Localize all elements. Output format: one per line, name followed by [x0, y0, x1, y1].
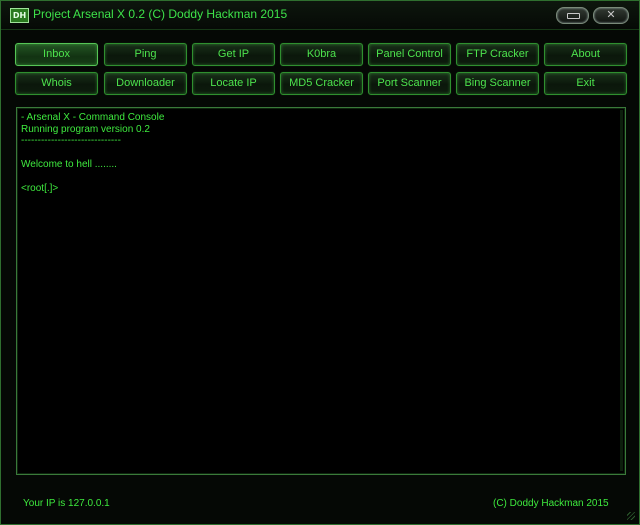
console-scrollbar[interactable]: [620, 110, 623, 471]
console-separator-line: ------------------------------: [21, 135, 121, 146]
app-logo-icon: DH: [10, 8, 29, 23]
window-title: Project Arsenal X 0.2 (C) Doddy Hackman …: [33, 7, 288, 21]
k0bra-button[interactable]: K0bra: [280, 43, 363, 66]
console-version-line: Running program version 0.2: [21, 124, 150, 135]
command-console[interactable]: - Arsenal X - Command Console Running pr…: [16, 107, 626, 475]
close-button[interactable]: ✕: [593, 7, 629, 24]
minimize-button[interactable]: [556, 7, 589, 24]
exit-button[interactable]: Exit: [544, 72, 627, 95]
console-header-line: - Arsenal X - Command Console: [21, 112, 165, 123]
about-button[interactable]: About: [544, 43, 627, 66]
port-scanner-button[interactable]: Port Scanner: [368, 72, 451, 95]
whois-button[interactable]: Whois: [15, 72, 98, 95]
status-bar: Your IP is 127.0.0.1 (C) Doddy Hackman 2…: [1, 483, 639, 524]
title-bar[interactable]: DH Project Arsenal X 0.2 (C) Doddy Hackm…: [1, 1, 639, 30]
console-prompt[interactable]: <root[.]>: [21, 183, 58, 194]
minimize-icon: [567, 13, 580, 19]
ip-status-text: Your IP is 127.0.0.1: [23, 498, 110, 509]
locate-ip-button[interactable]: Locate IP: [192, 72, 275, 95]
copyright-text: (C) Doddy Hackman 2015: [493, 498, 609, 509]
close-icon: ✕: [606, 9, 616, 21]
console-welcome-line: Welcome to hell ........: [21, 159, 117, 170]
get-ip-button[interactable]: Get IP: [192, 43, 275, 66]
ftp-cracker-button[interactable]: FTP Cracker: [456, 43, 539, 66]
md5-cracker-button[interactable]: MD5 Cracker: [280, 72, 363, 95]
inbox-button[interactable]: Inbox: [15, 43, 98, 66]
resize-grip-icon[interactable]: [627, 512, 635, 520]
downloader-button[interactable]: Downloader: [104, 72, 187, 95]
bing-scanner-button[interactable]: Bing Scanner: [456, 72, 539, 95]
panel-control-button[interactable]: Panel Control: [368, 43, 451, 66]
ping-button[interactable]: Ping: [104, 43, 187, 66]
main-window: DH Project Arsenal X 0.2 (C) Doddy Hackm…: [0, 0, 640, 525]
